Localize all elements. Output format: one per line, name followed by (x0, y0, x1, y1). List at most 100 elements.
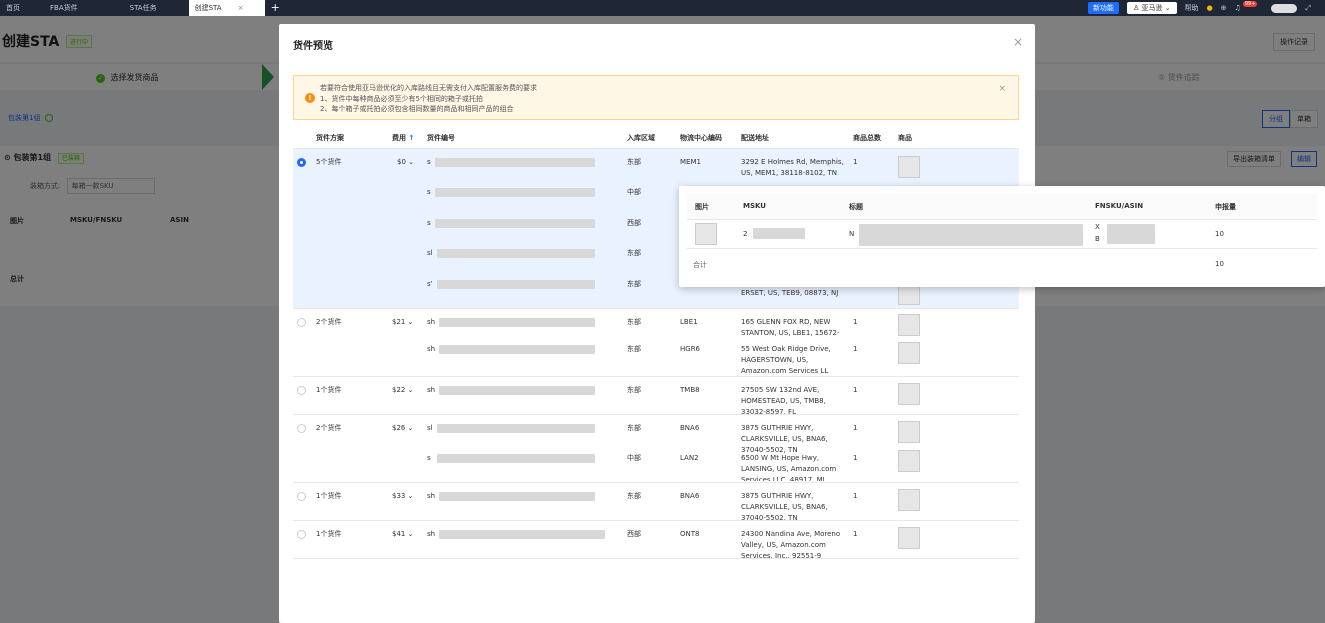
add-tab-icon[interactable]: + (265, 0, 286, 16)
chevron-down-icon: ⌄ (407, 424, 414, 432)
plan-fee[interactable]: $33 ⌄ (392, 491, 413, 502)
region: 西部 (627, 219, 641, 227)
col-fee[interactable]: 费用 ↑ (392, 128, 414, 148)
pop-fnsku: X (1095, 223, 1100, 231)
region: 中部 (627, 188, 641, 196)
plan-fee[interactable]: $41 ⌄ (392, 529, 413, 540)
redacted-msku (753, 228, 805, 239)
alert-line-2: 1、货件中每种商品必须至少有5个相同的箱子或托拍 (320, 95, 483, 103)
shipment-id: s (427, 454, 431, 462)
chevron-down-icon: ⌄ (1164, 4, 1171, 12)
product-thumb[interactable] (898, 314, 920, 336)
topbar-right: 新功能 ♙ 亚马逊 ⌄ 帮助 ● ⊕ ♫ 99+ ⤢ (1087, 0, 1325, 16)
col-plan: 货件方案 (316, 134, 344, 142)
total-qty: 1 (853, 492, 858, 500)
redacted-fnsku (1107, 224, 1155, 244)
fc-code: HGR6 (680, 345, 701, 353)
shipment-id: sh (427, 492, 436, 500)
plan-radio-4[interactable] (297, 424, 306, 433)
close-icon[interactable]: × (1013, 35, 1023, 49)
product-thumb[interactable] (898, 342, 920, 364)
plan-fee[interactable]: $22 ⌄ (392, 385, 413, 396)
col-fee-label: 费用 (392, 134, 406, 142)
total-qty: 1 (853, 158, 858, 166)
address: 27505 SW 132nd AVE, HOMESTEAD, US, TMB8,… (741, 386, 826, 415)
address: 3875 GUTHRIE HWY, CLARKSVILLE, US, BNA6,… (741, 424, 828, 453)
alert-close-icon[interactable]: × (998, 84, 1006, 94)
region: 东部 (627, 280, 641, 288)
row-divider (293, 414, 1019, 415)
region: 东部 (627, 318, 641, 326)
region: 中部 (627, 454, 641, 462)
region: 东部 (627, 158, 641, 166)
shipment-id: sl (427, 249, 433, 257)
product-thumb[interactable] (898, 286, 920, 305)
fc-code: LBE1 (680, 318, 698, 326)
plan-radio-5[interactable] (297, 492, 306, 501)
avatar-icon[interactable]: ● (1207, 4, 1213, 12)
product-thumb[interactable] (898, 527, 920, 549)
region: 东部 (627, 249, 641, 257)
tab-create-sta[interactable]: 创建STA × (188, 0, 265, 16)
plan-radio-3[interactable] (297, 386, 306, 395)
total-qty: 1 (853, 386, 858, 394)
plan-name: 2个货件 (316, 424, 342, 432)
tab-home[interactable]: 首页 (0, 0, 26, 16)
plan-fee[interactable]: $0 ⌄ (397, 157, 414, 168)
plan-fee[interactable]: $26 ⌄ (392, 423, 413, 434)
top-tab-bar: 首页 FBA货件 STA任务 创建STA × + 新功能 ♙ 亚马逊 ⌄ 帮助 … (0, 0, 1325, 16)
product-thumb[interactable] (898, 421, 920, 443)
help-link[interactable]: 帮助 (1185, 3, 1199, 13)
pop-total-label: 合计 (693, 261, 707, 269)
shipment-preview-modal: 货件预览 × ! 若要符合使用亚马逊优化的入库路线且无需支付入库配置服务费的要求… (279, 24, 1035, 623)
redacted-id (439, 530, 605, 539)
product-thumb[interactable] (898, 156, 920, 178)
product-thumb[interactable] (695, 223, 717, 245)
pop-title: N (849, 230, 855, 238)
plan-name: 1个货件 (316, 386, 342, 394)
tab-fba-shipment[interactable]: FBA货件 (44, 0, 84, 16)
plan-radio-2[interactable] (297, 318, 306, 327)
address: 55 West Oak Ridge Drive, HAGERSTOWN, US,… (741, 345, 831, 374)
fc-code: BNA6 (680, 492, 700, 500)
new-feature-button[interactable]: 新功能 (1087, 2, 1119, 14)
plan-radio-1[interactable] (297, 158, 306, 167)
col-fc-code: 物流中心编码 (680, 134, 722, 142)
total-qty: 1 (853, 454, 858, 462)
redacted-id (437, 424, 595, 433)
plan-name: 5个货件 (316, 158, 342, 166)
bell-icon[interactable]: ♫ (1235, 4, 1241, 12)
expand-icon[interactable]: ⤢ (1305, 4, 1311, 13)
pop-col-declared: 申报量 (1215, 203, 1236, 211)
pop-col-title: 标题 (849, 203, 863, 211)
fee-value: $21 (392, 318, 406, 326)
warning-alert: ! 若要符合使用亚马逊优化的入库路线且无需支付入库配置服务费的要求 1、货件中每… (293, 75, 1019, 120)
product-thumb[interactable] (898, 489, 920, 511)
pop-qty: 10 (1215, 230, 1224, 238)
shipment-id: sh (427, 530, 436, 538)
sort-up-icon[interactable]: ↑ (408, 134, 414, 142)
product-thumb[interactable] (898, 450, 920, 472)
plan-name: 2个货件 (316, 318, 342, 326)
close-icon[interactable]: × (238, 4, 244, 12)
account-select[interactable]: ♙ 亚马逊 ⌄ (1126, 2, 1177, 14)
shipment-id: sh (427, 318, 436, 326)
row-divider (293, 376, 1019, 377)
product-thumb[interactable] (898, 383, 920, 405)
row-divider (293, 308, 1019, 309)
fee-value: $0 (397, 158, 406, 166)
col-total-qty: 商品总数 (853, 134, 881, 142)
plan-radio-6[interactable] (297, 530, 306, 539)
region: 东部 (627, 492, 641, 500)
download-icon[interactable]: ⊕ (1221, 4, 1227, 12)
fc-code: BNA6 (680, 424, 700, 432)
product-detail-popover: 图片 MSKU 标题 FNSKU/ASIN 申报量 2 N X B 10 合计 … (679, 186, 1325, 287)
user-avatar[interactable] (1271, 3, 1298, 13)
col-region: 入库区域 (627, 134, 655, 142)
fc-code: MEM1 (680, 158, 701, 166)
fee-value: $41 (392, 530, 406, 538)
account-label: 亚马逊 (1141, 4, 1163, 12)
address: ERSET, US, TEB9, 08873, NJ (741, 289, 839, 297)
plan-fee[interactable]: $21 ⌄ (392, 317, 413, 328)
tab-sta-task[interactable]: STA任务 (124, 0, 163, 16)
